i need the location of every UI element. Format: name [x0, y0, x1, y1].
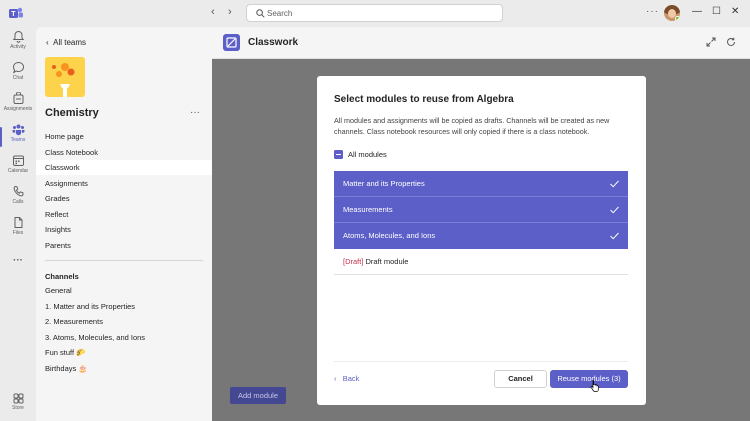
more-apps-icon[interactable]: ···: [0, 255, 36, 285]
main-header: Classwork: [212, 27, 750, 59]
team-name: Chemistry: [45, 107, 99, 119]
back-nav-icon[interactable]: ‹: [211, 6, 215, 18]
search-icon: [256, 9, 265, 18]
all-modules-label: All modules: [348, 150, 387, 159]
file-icon: [14, 217, 22, 228]
module-option-draft[interactable]: [Draft] Draft module: [334, 249, 628, 275]
rail-item-calls[interactable]: Calls: [0, 185, 36, 215]
status-available-icon: [675, 16, 680, 21]
minimize-icon[interactable]: —: [692, 6, 702, 17]
back-button[interactable]: ‹ Back: [334, 374, 359, 383]
expand-icon[interactable]: [706, 37, 716, 49]
divider: [45, 260, 203, 261]
module-option[interactable]: Measurements: [334, 197, 628, 223]
nav-insights[interactable]: Insights: [36, 222, 212, 237]
nav-assignments[interactable]: Assignments: [36, 176, 212, 191]
search-input[interactable]: Search: [246, 4, 503, 22]
calendar-icon: [12, 155, 24, 166]
rail-item-calendar[interactable]: Calendar: [0, 154, 36, 184]
nav-class-notebook[interactable]: Class Notebook: [36, 145, 212, 160]
draft-tag: [Draft]: [343, 257, 364, 266]
reuse-modules-button[interactable]: Reuse modules (3): [550, 370, 628, 388]
rail-item-teams[interactable]: Teams: [0, 123, 36, 153]
team-panel: ‹ All teams Chemistry ··· Home page Clas…: [36, 27, 212, 421]
pointer-cursor-icon: [590, 380, 599, 392]
add-module-button[interactable]: Add module: [230, 387, 286, 404]
phone-icon: [13, 185, 24, 197]
reuse-modules-dialog: Select modules to reuse from Algebra All…: [317, 76, 646, 405]
channel-item[interactable]: General: [36, 283, 212, 298]
checkmark-icon: [610, 232, 619, 240]
store-icon: [13, 393, 23, 404]
assignments-icon: [13, 92, 23, 104]
avatar[interactable]: [664, 5, 680, 21]
team-more-options-icon[interactable]: ···: [190, 107, 200, 118]
bell-icon: [12, 30, 24, 43]
search-placeholder: Search: [267, 9, 293, 18]
module-option[interactable]: Atoms, Molecules, and Ions: [334, 223, 628, 249]
rail-item-store[interactable]: Store: [0, 393, 36, 421]
channel-item[interactable]: 2. Measurements: [36, 314, 212, 329]
refresh-icon[interactable]: [726, 37, 736, 49]
forward-nav-icon[interactable]: ›: [228, 6, 232, 18]
title-bar: T ‹ › Search ··· — ☐ ✕: [0, 0, 750, 27]
cancel-button[interactable]: Cancel: [494, 370, 547, 388]
maximize-icon[interactable]: ☐: [712, 6, 721, 17]
team-image: [45, 57, 85, 97]
app-rail: Activity Chat Assignments Teams Calendar…: [0, 27, 36, 421]
teams-logo-icon: T: [9, 7, 23, 18]
rail-item-activity[interactable]: Activity: [0, 30, 36, 60]
nav-classwork[interactable]: Classwork: [36, 160, 212, 175]
dialog-description: All modules and assignments will be copi…: [334, 116, 610, 136]
rail-item-assignments[interactable]: Assignments: [0, 92, 36, 122]
rail-item-chat[interactable]: Chat: [0, 61, 36, 91]
chevron-left-icon: ‹: [334, 374, 343, 383]
divider: [334, 361, 628, 362]
module-option[interactable]: Matter and its Properties: [334, 171, 628, 197]
checkmark-icon: [610, 206, 619, 214]
close-icon[interactable]: ✕: [731, 6, 739, 17]
page-title: Classwork: [248, 37, 299, 48]
channel-item[interactable]: Birthdays 🎂: [36, 361, 212, 376]
teams-icon: [12, 124, 24, 136]
svg-text:T: T: [11, 11, 16, 18]
checkmark-icon: [610, 180, 619, 188]
nav-parents[interactable]: Parents: [36, 238, 212, 253]
channel-item[interactable]: Fun stuff 🌮: [36, 345, 212, 360]
channels-heading: Channels: [45, 272, 79, 281]
channel-item[interactable]: 1. Matter and its Properties: [36, 299, 212, 314]
nav-home-page[interactable]: Home page: [36, 129, 212, 144]
nav-reflect[interactable]: Reflect: [36, 207, 212, 222]
more-options-icon[interactable]: ···: [646, 6, 659, 17]
nav-grades[interactable]: Grades: [36, 191, 212, 206]
chat-icon: [12, 61, 24, 74]
dialog-title: Select modules to reuse from Algebra: [334, 94, 514, 105]
all-teams-link[interactable]: ‹ All teams: [46, 38, 86, 47]
channel-item[interactable]: 3. Atoms, Molecules, and Ions: [36, 330, 212, 345]
classwork-icon: [223, 34, 240, 51]
all-modules-checkbox[interactable]: [334, 150, 343, 159]
rail-item-files[interactable]: Files: [0, 216, 36, 246]
